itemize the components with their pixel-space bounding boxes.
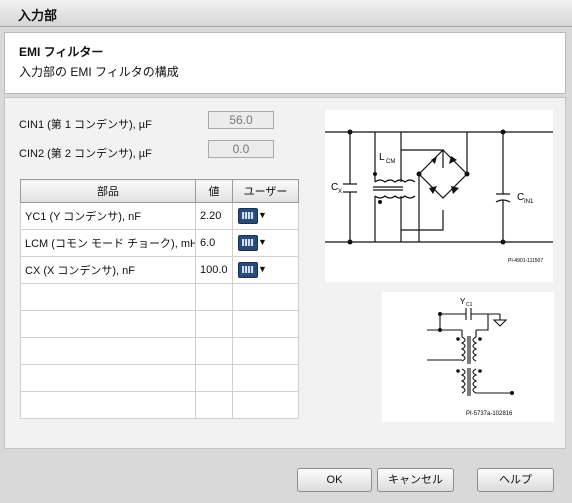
column-header-user[interactable]: ユーザー [232,179,299,203]
user-cell: ▼ [232,202,299,230]
section-subtitle: 入力部の EMI フィルタの構成 [19,65,179,79]
cin1-field[interactable]: 56.0 [208,111,274,129]
lcm-label-sub: CM [386,159,395,165]
section-header: EMI フィルター 入力部の EMI フィルタの構成 [4,32,566,94]
figure-id: PI-4901-111507 [508,258,543,264]
lcm-label: L [379,152,385,163]
table-row-empty [20,310,299,338]
emi-filter-schematic: C X L CM C IN1 PI-4901-111507 [325,110,553,282]
dropdown-arrow-icon: ▼ [258,264,267,274]
column-header-value[interactable]: 値 [195,179,233,203]
table-row-empty [20,337,299,365]
dropdown-arrow-icon: ▼ [258,210,267,220]
table-row: YC1 (Y コンデンサ), nF 2.20 ▼ [20,202,299,230]
part-cell: CX (X コンデンサ), nF [20,256,196,284]
part-cell: LCM (コモン モード チョーク), mH [20,229,196,257]
dialog-title: 入力部 [18,8,58,23]
table-row-empty [20,283,299,311]
cin2-label: CIN2 (第 2 コンデンサ), µF [19,148,152,160]
value-cell[interactable]: 6.0 [195,229,233,257]
part-cell: YC1 (Y コンデンサ), nF [20,202,196,230]
value-cell[interactable]: 2.20 [195,202,233,230]
cin2-field[interactable]: 0.0 [208,140,274,158]
ycap-schematic: Y C1 PI-5737a-102816 [382,292,554,422]
schematic-drawing: C X L CM C IN1 PI-4901-111507 [325,129,553,264]
user-pick-dropdown[interactable]: ▼ [238,208,267,224]
yc-label-sub: C1 [466,302,473,308]
value-cell[interactable]: 100.0 [195,256,233,284]
calculator-icon [238,262,258,278]
cancel-button[interactable]: キャンセル [377,468,454,492]
user-pick-dropdown[interactable]: ▼ [238,262,267,278]
user-cell: ▼ [232,229,299,257]
cx-label-sub: X [338,189,342,195]
table-row-empty [20,391,299,419]
calculator-icon [238,235,258,251]
user-pick-dropdown[interactable]: ▼ [238,235,267,251]
figure-id-2: PI-5737a-102816 [466,411,513,417]
help-button[interactable]: ヘルプ [477,468,554,492]
table-row: CX (X コンデンサ), nF 100.0 ▼ [20,256,299,284]
user-cell: ▼ [232,256,299,284]
table-row-empty [20,364,299,392]
cin1-label: CIN1 (第 1 コンデンサ), µF [19,119,152,131]
ycap-drawing: Y C1 PI-5737a-102816 [427,297,514,417]
dialog-titlebar: 入力部 [0,0,572,27]
column-header-part[interactable]: 部品 [20,179,196,203]
component-table: 部品 値 ユーザー YC1 (Y コンデンサ), nF 2.20 ▼ LCM (… [20,179,299,419]
dropdown-arrow-icon: ▼ [258,237,267,247]
ok-button[interactable]: OK [297,468,372,492]
section-title: EMI フィルター [19,45,104,59]
calculator-icon [238,208,258,224]
table-row: LCM (コモン モード チョーク), mH 6.0 ▼ [20,229,299,257]
table-header-row: 部品 値 ユーザー [20,179,299,203]
cin-label-sub: IN1 [524,199,534,205]
